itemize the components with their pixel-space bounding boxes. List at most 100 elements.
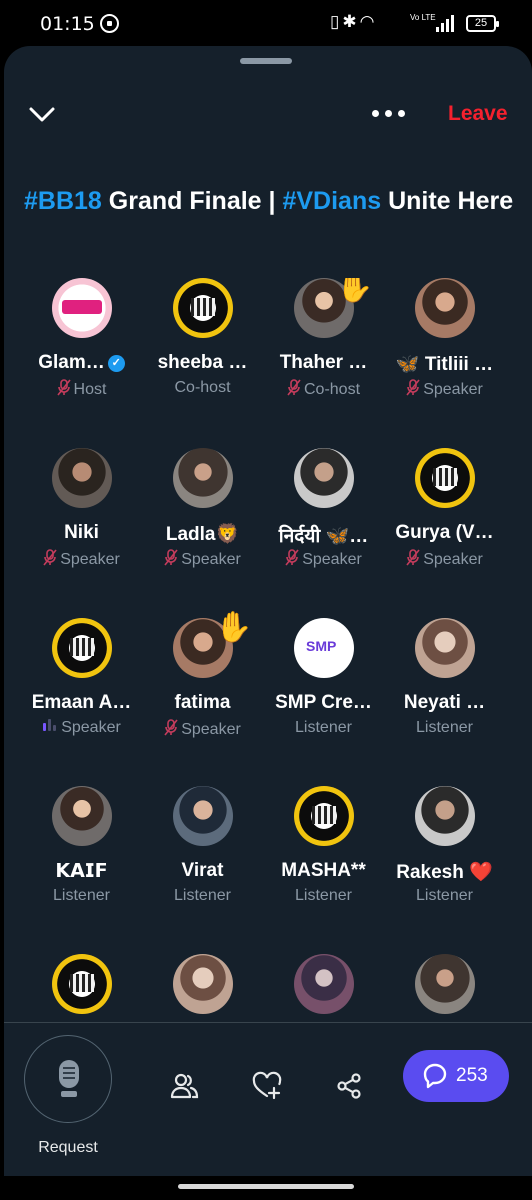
share-button[interactable]: [329, 1066, 369, 1106]
avatar: [173, 448, 233, 508]
avatar: [415, 786, 475, 846]
participant[interactable]: sheeba … Co-host: [142, 278, 263, 438]
signal-icon: [436, 15, 458, 32]
share-icon: [337, 1073, 361, 1099]
request-mic-button[interactable]: [24, 1035, 112, 1123]
participant-role: Listener: [416, 719, 473, 736]
participant[interactable]: Emaan A… Speaker: [21, 618, 142, 778]
more-options-button[interactable]: [366, 100, 410, 124]
title-text: Grand Finale |: [101, 187, 283, 215]
avatar: [52, 954, 112, 1014]
participant-name: Rakesh ❤️: [396, 862, 493, 883]
raised-hand-icon: ✋: [336, 278, 374, 304]
mic-off-icon: [164, 719, 178, 736]
mic-off-icon: [285, 549, 299, 566]
space-sheet: Leave #BB18 Grand Finale | #VDians Unite…: [4, 46, 532, 1176]
avatar: [173, 954, 233, 1014]
participant[interactable]: [263, 954, 384, 1023]
space-header: Leave: [4, 46, 532, 166]
comment-count: 253: [456, 1065, 488, 1086]
participant-role: Host: [21, 379, 142, 399]
verified-badge-icon: ✓: [107, 355, 125, 372]
participant[interactable]: [21, 954, 142, 1023]
avatar: [52, 786, 112, 846]
participant[interactable]: Virat Listener: [142, 786, 263, 946]
avatar: [52, 618, 112, 678]
participant[interactable]: Ladla🦁 Speaker: [142, 448, 263, 608]
participant-role: Listener: [53, 887, 110, 904]
participant-name: Virat: [181, 860, 224, 881]
mic-off-icon: [406, 549, 420, 566]
participant-role: Speaker: [263, 549, 384, 569]
request-label: Request: [38, 1139, 98, 1156]
participant[interactable]: [384, 954, 505, 1023]
mic-off-icon: [43, 549, 57, 566]
participant[interactable]: Glam… ✓ Host: [21, 278, 142, 438]
gesture-bar: [0, 1176, 532, 1200]
avatar: [294, 954, 354, 1014]
minimize-button[interactable]: [26, 100, 58, 128]
participant[interactable]: ✋ Thaher … Co-host: [263, 278, 384, 438]
avatar: [415, 954, 475, 1014]
screen-record-icon: [100, 14, 119, 33]
mic-off-icon: [287, 379, 301, 396]
participant-role: Co-host: [174, 379, 231, 396]
participant-name: sheeba …: [157, 352, 248, 373]
avatar: [294, 448, 354, 508]
avatar: [52, 448, 112, 508]
participant-name: Glam… ✓: [21, 352, 142, 374]
hashtag-link[interactable]: #VDians: [282, 187, 381, 215]
participant[interactable]: MASHA** Listener: [263, 786, 384, 946]
participant-name: Emaan A…: [31, 692, 132, 713]
participant-name: 🦋 Titliii …: [395, 354, 494, 375]
status-time: 01:15: [40, 13, 95, 35]
chevron-down-icon: [29, 107, 55, 122]
participant[interactable]: Gurya (V… Speaker: [384, 448, 505, 608]
participant[interactable]: Niki Speaker: [21, 448, 142, 608]
participant-role: Co-host: [263, 379, 384, 399]
participant-name: Thaher …: [279, 352, 368, 373]
avatar: [173, 278, 233, 338]
participant-name: निर्दयी 🦋…: [278, 526, 369, 547]
heart-plus-icon: [252, 1071, 282, 1100]
participant-name: Niki: [64, 522, 99, 543]
participant[interactable]: निर्दयी 🦋… Speaker: [263, 448, 384, 608]
mic-off-icon: [406, 379, 420, 396]
status-bar: 01:15 ▯✱◠ Vo LTE 25: [0, 0, 532, 48]
volte-icon: Vo LTE: [410, 13, 436, 22]
speaking-indicator-icon: [42, 719, 58, 733]
participant[interactable]: 𝗞𝗔𝗜𝗙 Listener: [21, 786, 142, 946]
react-button[interactable]: [247, 1066, 287, 1106]
participant-name: Gurya (V…: [395, 522, 494, 543]
participant-role: Listener: [416, 887, 473, 904]
participant-name: 𝗞𝗔𝗜𝗙: [55, 861, 108, 882]
hashtag-link[interactable]: #BB18: [24, 187, 102, 215]
title-text: Unite Here: [381, 187, 514, 215]
avatar: [294, 618, 354, 678]
avatar: [173, 786, 233, 846]
participants-button[interactable]: [164, 1066, 204, 1106]
participant[interactable]: 🦋 Titliii … Speaker: [384, 278, 505, 438]
microphone-icon: [59, 1060, 79, 1097]
participant[interactable]: Rakesh ❤️ Listener: [384, 786, 505, 946]
participants-grid: Glam… ✓ Host sheeba … Co-host ✋ Thaher … …: [4, 278, 532, 1023]
participant[interactable]: ✋ fatima Speaker: [142, 611, 263, 778]
participant-role: Speaker: [21, 549, 142, 569]
avatar: [415, 618, 475, 678]
participant[interactable]: Neyati … Listener: [384, 618, 505, 778]
participant-role: Speaker: [384, 549, 505, 569]
participant-name: MASHA**: [281, 860, 366, 881]
participant[interactable]: [142, 954, 263, 1023]
avatar: [294, 786, 354, 846]
comments-button[interactable]: 253: [403, 1050, 509, 1102]
bottom-toolbar: Request 253: [4, 1023, 532, 1176]
leave-button[interactable]: Leave: [448, 102, 508, 126]
participant-role: Speaker: [142, 549, 263, 569]
participant-role: Listener: [295, 719, 352, 736]
participant-role: Listener: [174, 887, 231, 904]
participant-name: fatima: [174, 692, 231, 713]
avatar: [52, 278, 112, 338]
participant[interactable]: SMP Cre… Listener: [263, 618, 384, 778]
comment-bubble-icon: [423, 1063, 447, 1089]
home-indicator[interactable]: [178, 1184, 354, 1189]
